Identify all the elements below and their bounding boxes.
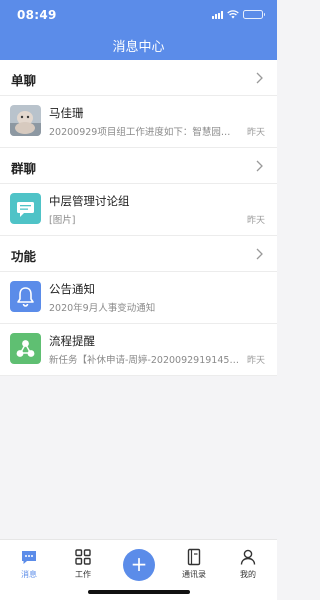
tab-label: 通讯录	[182, 570, 206, 579]
chevron-right-icon	[256, 160, 263, 172]
item-name: 中层管理讨论组	[49, 194, 130, 208]
tab-work[interactable]: 工作	[61, 548, 105, 580]
workflow-icon	[10, 333, 41, 364]
user-icon	[240, 549, 256, 565]
chat-item-group[interactable]: 中层管理讨论组 [图片] 昨天	[0, 184, 277, 236]
message-icon	[22, 551, 36, 564]
section-group-chat[interactable]: 群聊	[0, 148, 277, 184]
tab-label: 工作	[75, 570, 91, 579]
wifi-icon	[227, 10, 239, 19]
item-time: 昨天	[246, 356, 265, 366]
tab-contacts[interactable]: 通讯录	[172, 548, 216, 580]
item-preview: 20200929项目组工作进度如下：智慧园区...	[49, 127, 239, 138]
tab-label: 消息	[21, 570, 37, 579]
bell-icon	[10, 281, 41, 312]
section-label: 功能	[11, 249, 37, 264]
section-features[interactable]: 功能	[0, 236, 277, 272]
item-name: 马佳珊	[49, 106, 84, 120]
status-time: 08:49	[17, 8, 57, 22]
section-label: 群聊	[11, 161, 37, 176]
section-label: 单聊	[11, 73, 37, 88]
item-time: 昨天	[246, 128, 265, 138]
contacts-icon	[187, 548, 201, 566]
item-preview: [图片]	[49, 215, 76, 226]
item-time: 昨天	[246, 216, 265, 226]
chat-item-majiashan[interactable]: 马佳珊 20200929项目组工作进度如下：智慧园区... 昨天	[0, 96, 277, 148]
chevron-right-icon	[256, 72, 263, 84]
section-single-chat[interactable]: 单聊	[0, 60, 277, 96]
signal-icon	[212, 10, 223, 19]
app-header: 08:49 消息中心	[0, 0, 277, 60]
status-icons	[212, 10, 265, 19]
page-title: 消息中心	[112, 40, 165, 55]
item-name: 流程提醒	[49, 334, 95, 348]
add-button[interactable]: +	[123, 549, 155, 581]
item-preview: 新任务【补休申请-周婷-20200929191456...	[49, 355, 239, 366]
tab-mine[interactable]: 我的	[226, 548, 270, 580]
feature-item-workflow[interactable]: 流程提醒 新任务【补休申请-周婷-20200929191456... 昨天	[0, 324, 277, 376]
avatar	[10, 105, 41, 136]
item-name: 公告通知	[49, 282, 95, 296]
feature-item-announcement[interactable]: 公告通知 2020年9月人事变动通知	[0, 272, 277, 324]
tab-label: 我的	[240, 570, 256, 579]
status-bar: 08:49	[0, 0, 277, 28]
grid-icon	[75, 549, 91, 565]
home-indicator	[88, 590, 190, 594]
battery-icon	[243, 10, 265, 19]
item-preview: 2020年9月人事变动通知	[49, 303, 156, 314]
tab-messages[interactable]: 消息	[7, 548, 51, 580]
chevron-right-icon	[256, 248, 263, 260]
group-chat-icon	[10, 193, 41, 224]
